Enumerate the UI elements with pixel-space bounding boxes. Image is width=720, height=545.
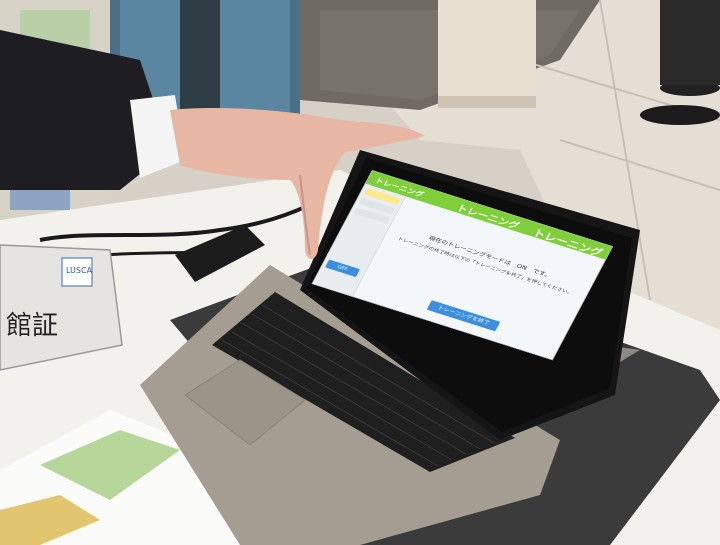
badge-title: 館証 bbox=[6, 311, 59, 341]
tablet-message: トレーニングの終了時は以下の「トレーニングを終了」を押してください。 bbox=[396, 236, 574, 297]
badge-logo: LUSCA bbox=[66, 266, 93, 275]
tablet-side-button[interactable]: OFF bbox=[324, 259, 361, 278]
photo-scene: LUSCA 館証 トレーニング トレーニング トレーニング OFF 現在のトレー… bbox=[0, 0, 720, 545]
